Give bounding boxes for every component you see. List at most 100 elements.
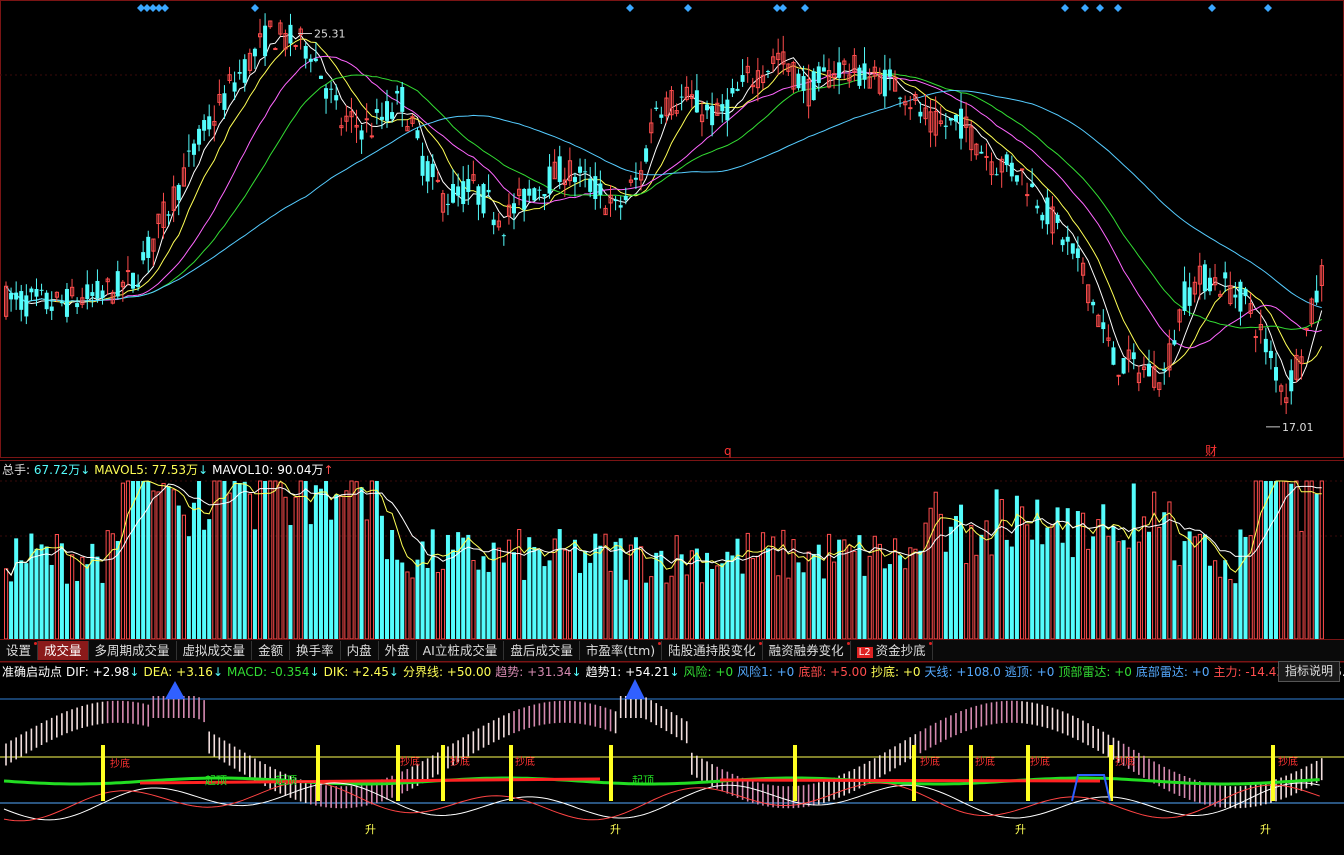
volume-legend-arrow: ↓: [198, 463, 209, 477]
volume-bar-down: [644, 582, 649, 639]
volume-bar-up: [1020, 506, 1025, 639]
volume-bar-up: [364, 519, 369, 639]
indicator-legend-value: +0: [1032, 665, 1055, 679]
diamond-marker: [1081, 4, 1089, 12]
candle-body-down: [613, 199, 618, 202]
candle-body-up: [1116, 374, 1121, 377]
volume-bar-up: [471, 559, 476, 639]
candle-body-down: [593, 176, 598, 200]
volume-bar-up: [760, 532, 766, 639]
volume-bar-down: [720, 563, 725, 639]
candle-body-down: [821, 67, 826, 72]
candle-body-down: [252, 48, 257, 57]
volume-bar-up: [283, 496, 288, 639]
candle-body-down: [9, 292, 14, 300]
candle-body-down: [857, 67, 862, 86]
tab-12[interactable]: 融资融券变化: [763, 641, 851, 660]
volume-bar-down: [329, 519, 334, 639]
volume-bar-down: [633, 537, 638, 639]
indicator-legend-label: 天线:: [924, 665, 953, 679]
candle-body-down: [994, 174, 999, 176]
candle-body-down: [379, 116, 384, 120]
tab-4[interactable]: 金额: [252, 641, 291, 660]
candle-body-down: [1055, 214, 1060, 223]
volume-bar-up: [867, 555, 872, 639]
volume-bar-up: [847, 544, 852, 639]
tab-13[interactable]: L2 资金抄底: [851, 641, 933, 660]
chaodi-tag: 抄底: [975, 755, 995, 768]
volume-bar-down: [1111, 526, 1116, 639]
tab-1[interactable]: 成交量: [38, 641, 89, 660]
candle-body-down: [176, 184, 181, 201]
candle-body-down: [1131, 352, 1136, 360]
volume-bar-down: [242, 481, 247, 639]
volume-bar-down: [430, 529, 435, 639]
candle-body-down: [131, 272, 135, 289]
volume-bar-down: [1289, 483, 1294, 639]
candle-body-down: [953, 114, 958, 122]
candle-body-down: [334, 95, 339, 101]
low-price-label: 17.01: [1282, 421, 1314, 434]
tab-11[interactable]: 陆股通持股变化: [662, 641, 763, 660]
candlestick-chart[interactable]: 25.31 17.01 q 财: [0, 0, 1344, 458]
volume-bar-down: [29, 533, 34, 639]
candle-body-down: [837, 62, 842, 78]
volume-bar-down: [207, 519, 212, 639]
volume-legend-value: 77.53万: [147, 463, 199, 477]
candle-body-down: [898, 97, 903, 99]
candle-body-down: [623, 195, 628, 201]
candle-body-down: [1009, 162, 1014, 177]
chaodi-tag: 抄底: [400, 755, 420, 768]
tab-7[interactable]: 外盘: [379, 641, 417, 660]
tab-2[interactable]: 多周期成交量: [89, 641, 177, 660]
tab-5[interactable]: 换手率: [290, 641, 341, 660]
volume-chart-pane[interactable]: [0, 460, 1344, 639]
tab-6[interactable]: 内盘: [341, 641, 379, 660]
indicator-chart[interactable]: 抄底 抄底 抄底 抄底 抄底 抄底 抄底 抄底 抄底起顶 起顶 起顶升 升 升 升: [0, 661, 1344, 855]
candle-body-down: [979, 151, 984, 154]
indicator-legend-label: 主力:: [1213, 665, 1242, 679]
candle-body-down: [232, 82, 237, 92]
volume-bar-up: [684, 574, 689, 639]
candle-body-down: [374, 109, 379, 113]
volume-bar-up: [664, 582, 669, 639]
candle-body-down: [1014, 175, 1019, 182]
indicator-help-button[interactable]: 指标说明: [1278, 661, 1340, 682]
tab-3[interactable]: 虚拟成交量: [177, 641, 253, 660]
candle-body-down: [730, 88, 735, 94]
price-chart-pane[interactable]: 25.31 17.01 q 财: [0, 0, 1344, 458]
tab-9[interactable]: 盘后成交量: [504, 641, 580, 660]
volume-bar-up: [339, 495, 344, 639]
volume-bar-down: [222, 481, 227, 639]
indicator-chart-pane[interactable]: 抄底 抄底 抄底 抄底 抄底 抄底 抄底 抄底 抄底 起顶 起顶 起顶升 升 升 升: [0, 661, 1344, 855]
candle-body-down: [1162, 368, 1167, 371]
volume-bar-up: [247, 493, 253, 639]
tab-label: 盘后成交量: [510, 643, 573, 658]
volume-bar-down: [252, 529, 257, 639]
indicator-legend-arrow: ↓: [309, 665, 320, 679]
tab-8[interactable]: AI立桩成交量: [417, 641, 505, 660]
volume-bar-down: [1207, 565, 1212, 639]
volume-bar-up: [70, 554, 75, 639]
candle-body-up: [908, 107, 913, 110]
volume-chart[interactable]: [0, 461, 1344, 639]
candle-body-down: [943, 125, 948, 127]
volume-bar-up: [293, 496, 298, 639]
tab-10[interactable]: 市盈率(ttm): [580, 641, 663, 660]
tab-0[interactable]: 设置: [0, 641, 39, 660]
volume-bar-down: [491, 542, 496, 639]
candle-body-down: [491, 219, 496, 226]
volume-bar-down: [1131, 483, 1136, 639]
candle-body-up: [293, 44, 298, 47]
candle-body-down: [740, 75, 745, 82]
volume-bar-down: [821, 578, 826, 639]
volume-bar-up: [552, 538, 557, 639]
candle-body-up: [364, 118, 369, 121]
volume-bar-down: [811, 553, 816, 639]
volume-bar-up: [1177, 565, 1182, 639]
indicator-title: 准确启动点: [2, 665, 63, 679]
candle-body-down: [1202, 264, 1207, 292]
volume-bar-up: [1096, 519, 1101, 639]
candle-body-down: [197, 128, 202, 145]
candle-body-down: [527, 188, 532, 196]
